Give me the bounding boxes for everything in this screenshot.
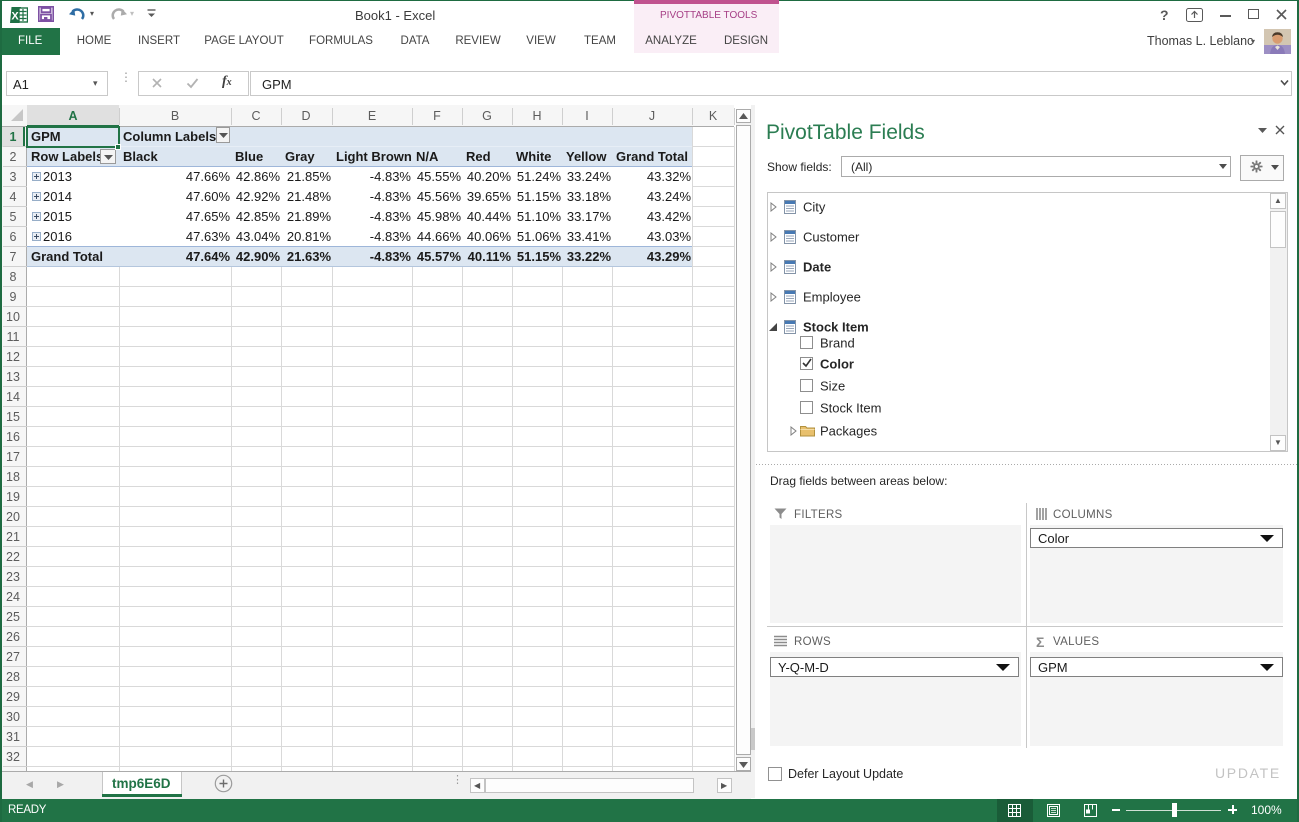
svg-text:X: X [11,11,19,23]
